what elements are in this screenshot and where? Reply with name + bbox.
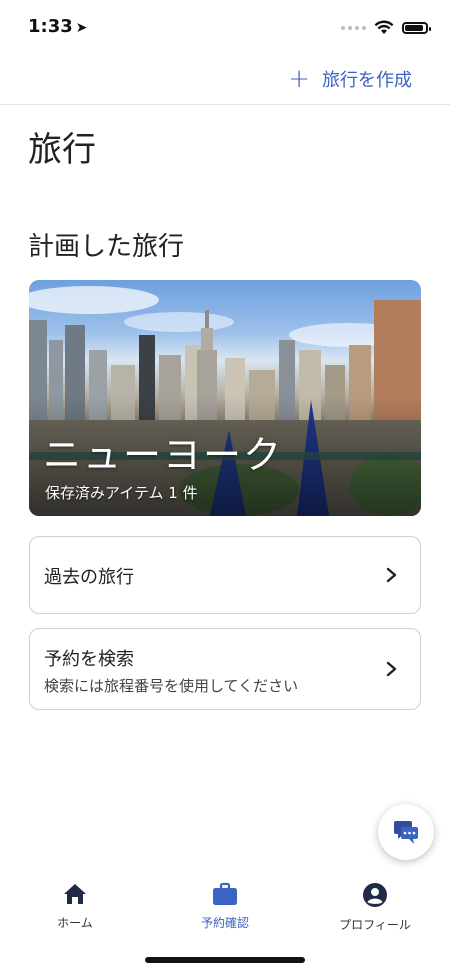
battery-icon — [402, 21, 431, 34]
status-time: 1:33 ➤ — [28, 16, 88, 37]
briefcase-icon — [213, 882, 237, 905]
chevron-right-icon — [386, 567, 397, 583]
chevron-right-icon — [386, 661, 397, 677]
create-trip-label: 旅行を作成 — [322, 70, 412, 91]
plus-icon: + — [288, 64, 310, 94]
profile-icon — [363, 883, 387, 907]
page-title: 旅行 — [28, 130, 96, 170]
home-indicator — [145, 957, 305, 963]
tab-profile[interactable]: プロフィール — [300, 882, 450, 933]
section-title: 計画した旅行 — [28, 232, 185, 262]
wifi-icon — [374, 20, 394, 34]
status-bar: 1:33 ➤ — [0, 0, 450, 56]
top-bar: + 旅行を作成 — [0, 56, 450, 105]
past-trips-button[interactable]: 過去の旅行 — [29, 536, 421, 614]
chat-button[interactable] — [378, 804, 434, 860]
status-icons — [341, 20, 431, 35]
status-time-text: 1:33 — [28, 16, 73, 37]
tab-bookings-label: 予約確認 — [200, 916, 249, 930]
tab-bookings[interactable]: 予約確認 — [150, 882, 300, 931]
location-arrow-icon: ➤ — [75, 20, 88, 36]
tab-bar: ホーム 予約確認 プロフィール — [0, 870, 450, 950]
tab-home-label: ホーム — [57, 916, 93, 930]
trip-name: ニューヨーク — [43, 433, 284, 477]
search-booking-button[interactable]: 予約を検索 検索には旅程番号を使用してください — [29, 628, 421, 710]
tab-profile-label: プロフィール — [339, 918, 411, 932]
search-booking-description: 検索には旅程番号を使用してください — [44, 677, 299, 695]
past-trips-label: 過去の旅行 — [44, 567, 134, 588]
trip-card[interactable]: ニューヨーク 保存済みアイテム 1 件 — [29, 280, 421, 516]
create-trip-button[interactable]: + 旅行を作成 — [288, 66, 412, 92]
home-icon — [64, 884, 86, 904]
trip-saved-items: 保存済みアイテム 1 件 — [45, 484, 198, 502]
search-booking-label: 予約を検索 — [44, 649, 134, 670]
signal-icon — [341, 25, 366, 30]
chat-icon — [394, 821, 418, 844]
tab-home[interactable]: ホーム — [0, 882, 150, 931]
